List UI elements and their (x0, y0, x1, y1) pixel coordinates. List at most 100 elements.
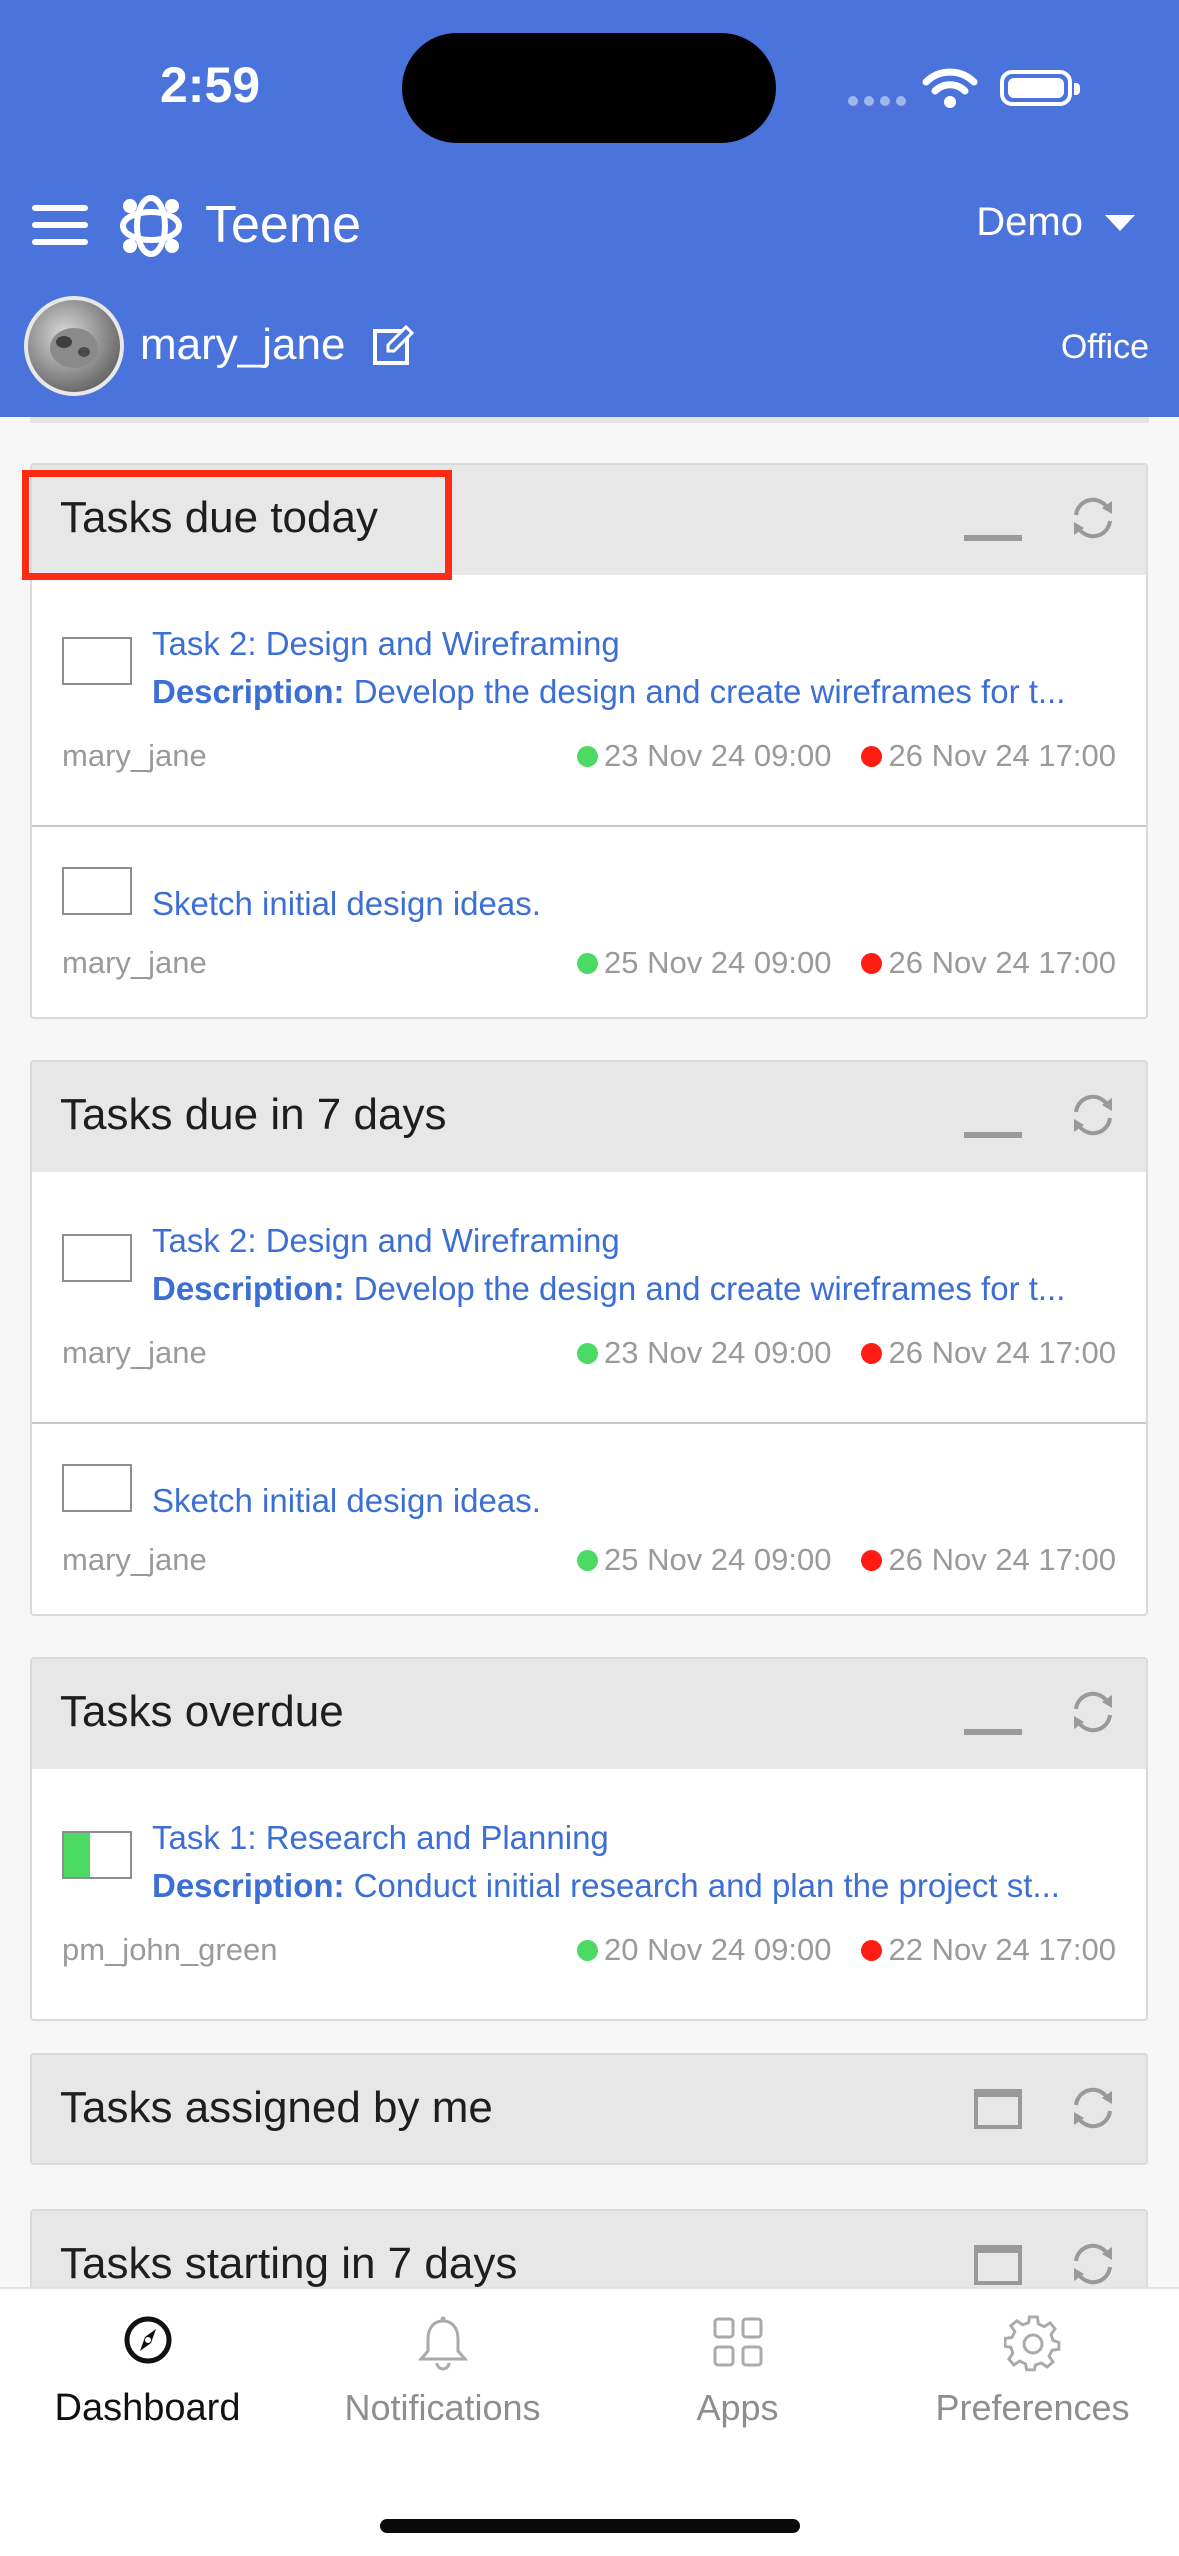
task-item[interactable]: Task 2: Design and Wireframing Descripti… (32, 575, 1146, 825)
end-date: 22 Nov 24 17:00 (888, 1932, 1116, 1967)
refresh-icon[interactable] (1068, 1689, 1118, 1735)
edit-icon[interactable] (372, 324, 414, 366)
maximize-icon[interactable] (974, 2245, 1022, 2285)
tab-dashboard[interactable]: Dashboard (0, 2289, 295, 2469)
end-date: 26 Nov 24 17:00 (888, 1542, 1116, 1577)
maximize-icon[interactable] (974, 2089, 1022, 2129)
task-owner: mary_jane (62, 738, 207, 773)
task-item[interactable]: Task 2: Design and Wireframing Descripti… (32, 1172, 1146, 1422)
username: mary_jane (140, 320, 346, 369)
start-date: 25 Nov 24 09:00 (603, 1542, 832, 1577)
task-checkbox[interactable] (62, 1464, 132, 1512)
start-dot-icon (576, 952, 598, 974)
status-time: 2:59 (160, 57, 261, 113)
tab-label: Dashboard (54, 2387, 241, 2429)
chevron-down-icon (1105, 214, 1135, 231)
task-dates: 25 Nov 24 09:00 26 Nov 24 17:00 (576, 1542, 1116, 1578)
dynamic-island (402, 33, 776, 143)
start-date: 23 Nov 24 09:00 (603, 1335, 832, 1370)
task-title[interactable]: Task 2: Design and Wireframing (152, 1222, 620, 1260)
description-label: Description: (152, 673, 345, 710)
panel-tasks-overdue: Tasks overdue Task 1: Research and Plann… (30, 1657, 1148, 2021)
start-dot-icon (576, 745, 598, 767)
panel-header: Tasks overdue (32, 1659, 1146, 1769)
panel-header: Tasks assigned by me (32, 2055, 1146, 2163)
task-description: Description: Develop the design and crea… (152, 673, 1112, 711)
task-item[interactable]: Sketch initial design ideas. mary_jane 2… (32, 1422, 1146, 1614)
panel-header: Tasks starting in 7 days (32, 2211, 1146, 2287)
end-dot-icon (861, 1342, 883, 1364)
workspace-label: Demo (976, 200, 1083, 244)
teeme-logo-icon (120, 195, 182, 257)
location-label: Office (1060, 328, 1149, 366)
minimize-icon[interactable] (964, 535, 1022, 541)
refresh-icon[interactable] (1068, 2085, 1118, 2131)
panel-tasks-assigned-by-me: Tasks assigned by me (30, 2053, 1148, 2165)
app-name: Teeme (205, 196, 362, 254)
task-dates: 23 Nov 24 09:00 26 Nov 24 17:00 (576, 738, 1116, 774)
minimize-icon[interactable] (964, 1132, 1022, 1138)
end-date: 26 Nov 24 17:00 (888, 945, 1116, 980)
task-progress-fill (64, 1833, 91, 1877)
task-dates: 20 Nov 24 09:00 22 Nov 24 17:00 (576, 1932, 1116, 1968)
tab-notifications[interactable]: Notifications (295, 2289, 590, 2469)
task-dates: 25 Nov 24 09:00 26 Nov 24 17:00 (576, 945, 1116, 981)
end-dot-icon (861, 1549, 883, 1571)
panel-title: Tasks assigned by me (60, 2083, 493, 2132)
panel-tasks-starting-in-7-days: Tasks starting in 7 days (30, 2209, 1148, 2287)
description-text: Develop the design and create wireframes… (353, 673, 1066, 710)
bell-icon (417, 2316, 468, 2371)
start-date: 23 Nov 24 09:00 (603, 738, 832, 773)
battery-icon (1000, 70, 1080, 106)
task-checkbox[interactable] (62, 637, 132, 685)
task-owner: mary_jane (62, 1542, 207, 1577)
task-item[interactable]: Task 1: Research and Planning Descriptio… (32, 1769, 1146, 2019)
end-date: 26 Nov 24 17:00 (888, 1335, 1116, 1370)
end-dot-icon (861, 1939, 883, 1961)
gear-icon (1003, 2315, 1060, 2372)
task-description: Description: Develop the design and crea… (152, 1270, 1112, 1308)
task-title[interactable]: Task 2: Design and Wireframing (152, 625, 620, 663)
panel-title: Tasks starting in 7 days (60, 2239, 518, 2287)
task-checkbox[interactable] (62, 867, 132, 915)
panel-tasks-due-in-7-days: Tasks due in 7 days Task 2: Design and W… (30, 1060, 1148, 1616)
tab-preferences[interactable]: Preferences (885, 2289, 1179, 2469)
tab-apps[interactable]: Apps (590, 2289, 885, 2469)
description-label: Description: (152, 1867, 345, 1904)
workspace-selector[interactable]: Demo (976, 200, 1135, 245)
signal-icon (848, 96, 906, 106)
description-text: Develop the design and create wireframes… (353, 1270, 1066, 1307)
grid-icon (713, 2317, 762, 2367)
task-item[interactable]: Sketch initial design ideas. mary_jane 2… (32, 825, 1146, 1017)
highlight-box (22, 470, 452, 580)
wifi-icon (922, 68, 978, 108)
description-label: Description: (152, 1270, 345, 1307)
task-title[interactable]: Sketch initial design ideas. (152, 1482, 541, 1520)
tab-label: Preferences (935, 2387, 1130, 2428)
tab-label: Notifications (344, 2387, 541, 2428)
refresh-icon[interactable] (1068, 2241, 1118, 2287)
task-owner: mary_jane (62, 1335, 207, 1370)
end-dot-icon (861, 745, 883, 767)
refresh-icon[interactable] (1068, 1092, 1118, 1138)
avatar[interactable] (24, 296, 124, 396)
task-title[interactable]: Task 1: Research and Planning (152, 1819, 609, 1857)
task-checkbox[interactable] (62, 1234, 132, 1282)
start-dot-icon (576, 1549, 598, 1571)
minimize-icon[interactable] (964, 1729, 1022, 1735)
menu-icon[interactable] (32, 205, 88, 245)
start-dot-icon (576, 1342, 598, 1364)
home-indicator[interactable] (380, 2519, 800, 2533)
end-date: 26 Nov 24 17:00 (888, 738, 1116, 773)
task-title[interactable]: Sketch initial design ideas. (152, 885, 541, 923)
refresh-icon[interactable] (1068, 495, 1118, 541)
task-description: Description: Conduct initial research an… (152, 1867, 1112, 1905)
task-owner: pm_john_green (62, 1932, 278, 1967)
description-text: Conduct initial research and plan the pr… (353, 1867, 1060, 1904)
start-date: 25 Nov 24 09:00 (603, 945, 832, 980)
compass-icon (124, 2316, 171, 2364)
divider (30, 417, 1149, 423)
dashboard-content[interactable]: Tasks due today Task 2: Design and Wiref… (0, 417, 1179, 2287)
task-progress-checkbox[interactable] (62, 1831, 132, 1879)
task-dates: 23 Nov 24 09:00 26 Nov 24 17:00 (576, 1335, 1116, 1371)
